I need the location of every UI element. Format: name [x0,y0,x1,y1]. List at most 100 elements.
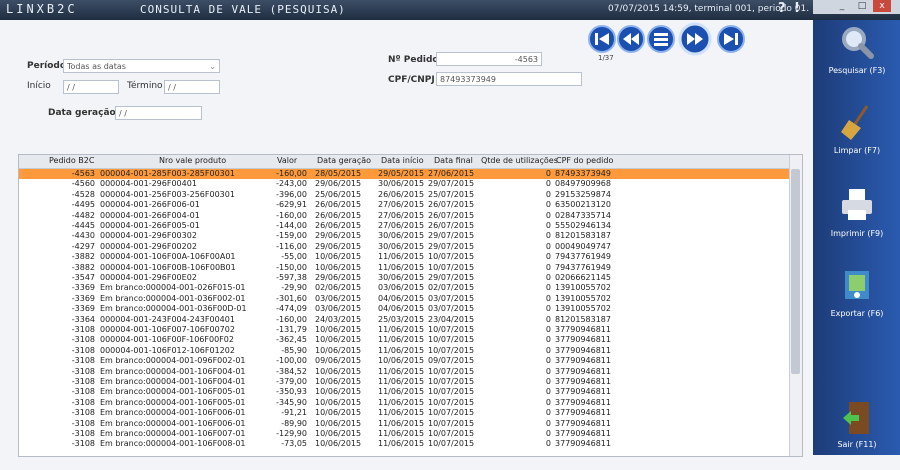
cell-data-geracao: 10/06/2015 [315,387,362,397]
cell-data-geracao: 03/06/2015 [315,293,362,303]
first-record-button[interactable] [587,24,617,54]
cell-valor: -85,90 [281,345,307,355]
table-row[interactable]: -3108 Em branco:000004-001-106F004-01 -379… [19,377,789,387]
table-row[interactable]: -3369 Em branco:000004-001-026F015-01 -29,… [19,283,789,293]
cell-pedido: -4528 [71,189,95,199]
table-row[interactable]: -3108 Em branco:000004-001-106F006-01 -89,… [19,419,789,429]
cell-data-inicio: 11/06/2015 [378,439,425,449]
minimize-button[interactable]: _ [833,0,851,12]
cell-qtde: 0 [545,397,551,407]
cell-valor: -159,00 [276,231,307,241]
col-pedido-b2c[interactable]: Pedido B2C [49,156,94,165]
data-geracao-field[interactable]: / / [115,106,202,120]
table-row[interactable]: -3108 000004-001-106F00F-106F00F02 -362,45… [19,335,789,345]
cell-qtde: 0 [545,231,551,241]
help-icon[interactable]: ? [778,1,786,16]
cell-qtde: 0 [545,252,551,262]
table-row[interactable]: -3108 Em branco:000004-001-106F004-01 -384… [19,367,789,377]
table-row[interactable]: -3108 Em branco:000004-001-106F008-01 -73,… [19,439,789,449]
sair-button[interactable]: Sair (F11) [817,400,897,470]
table-row[interactable]: -4563 000004-001-285F003-285F00301 -160,00… [19,169,789,179]
cell-qtde: 0 [545,387,551,397]
col-data-final[interactable]: Data final [434,156,473,165]
table-row[interactable]: -4430 000004-001-296F00302 -159,00 29/06/20… [19,231,789,241]
table-row[interactable]: -4445 000004-001-266F005-01 -144,00 26/06/2… [19,221,789,231]
vertical-scrollbar[interactable] [789,155,802,456]
cell-pedido: -4495 [71,200,95,210]
next-record-button[interactable] [678,22,712,56]
table-row[interactable]: -3364 000004-001-243F004-243F00401 -160,00… [19,315,789,325]
cell-qtde: 0 [545,335,551,345]
cell-data-inicio: 11/06/2015 [378,397,425,407]
close-button[interactable]: x [873,0,891,12]
cell-valor: -301,60 [276,293,307,303]
cell-data-inicio: 26/06/2015 [378,189,425,199]
inicio-date-field[interactable]: / / [63,80,119,94]
imprimir-button[interactable]: Imprimir (F9) [817,185,897,255]
maximize-button[interactable]: □ [853,0,871,12]
info-icon[interactable]: ! [794,1,800,16]
cell-cpf: 37790946811 [555,387,611,397]
cell-valor: -116,00 [276,241,307,251]
limpar-button[interactable]: Limpar (F7) [817,102,897,172]
cell-cpf: 13910055702 [555,293,611,303]
cell-pedido: -3882 [71,262,95,272]
cell-data-inicio: 27/06/2015 [378,210,425,220]
table-row[interactable]: -3108 000004-001-106F007-106F00702 -131,79… [19,325,789,335]
pedido-field[interactable]: -4563 [436,52,542,66]
termino-date-field[interactable]: / / [164,80,220,94]
cell-data-inicio: 11/06/2015 [378,325,425,334]
exportar-button[interactable]: Exportar (F6) [817,265,897,335]
pesquisar-button[interactable]: Pesquisar (F3) [817,22,897,92]
cell-valor: -144,00 [276,221,307,230]
cell-cpf: 02847335714 [555,210,611,220]
table-row[interactable]: -4495 000004-001-266F006-01 -629,91 26/06/2… [19,200,789,210]
col-cpf-pedido[interactable]: CPF do pedido [556,156,613,165]
cell-data-inicio: 11/06/2015 [378,418,425,428]
table-header: Pedido B2C Nro vale produto Valor Data g… [19,155,802,169]
cell-data-final: 26/07/2015 [428,200,475,210]
table-row[interactable]: -4528 000004-001-256F003-256F00301 -396,00… [19,190,789,200]
cell-data-geracao: 02/06/2015 [315,283,362,293]
cell-data-final: 10/07/2015 [428,429,475,438]
col-data-geracao[interactable]: Data geração [317,156,371,165]
table-row[interactable]: -3108 Em branco:000004-001-106F006-01 -91,… [19,408,789,418]
cell-data-geracao: 10/06/2015 [315,335,362,345]
cell-qtde: 0 [545,262,551,272]
table-row[interactable]: -3369 Em branco:000004-001-036F00D-01 -474… [19,304,789,314]
cell-valor: -131,79 [276,325,307,334]
table-row[interactable]: -3882 000004-001-106F00B-106F00B01 -150,00… [19,263,789,273]
cell-data-inicio: 30/06/2015 [378,273,425,282]
cell-data-final: 26/07/2015 [428,210,475,220]
table-row[interactable]: -3547 000004-001-296F00E02 -597,38 29/06/20… [19,273,789,283]
table-row[interactable]: -3108 Em branco:000004-001-096F002-01 -100… [19,356,789,366]
table-row[interactable]: -3369 Em branco:000004-001-036F002-01 -301… [19,294,789,304]
table-row[interactable]: -3108 000004-001-106F012-106F01202 -85,90 1… [19,346,789,356]
table-row[interactable]: -3882 000004-001-106F00A-106F00A01 -55,00 1… [19,252,789,262]
cell-cpf: 37790946811 [555,345,611,355]
col-qtde-utilizacoes[interactable]: Qtde de utilizações [481,156,558,165]
table-row[interactable]: -3108 Em branco:000004-001-106F007-01 -129… [19,429,789,439]
col-valor[interactable]: Valor [277,156,297,165]
cell-data-geracao: 10/06/2015 [315,418,362,428]
cell-data-geracao: 24/03/2015 [315,314,362,324]
cell-data-geracao: 10/06/2015 [315,325,362,334]
table-row[interactable]: -3108 Em branco:000004-001-106F005-01 -345… [19,398,789,408]
cpf-field[interactable]: 87493373949 [436,72,582,86]
table-row[interactable]: -4297 000004-001-296F00202 -116,00 29/06/20… [19,242,789,252]
table-row[interactable]: -4560 000004-001-296F00401 -243,00 29/06/20… [19,179,789,189]
table-row[interactable]: -3108 Em branco:000004-001-106F005-01 -350… [19,387,789,397]
periodo-select[interactable]: Todas as datas ⌄ [63,59,220,73]
table-row[interactable]: -4482 000004-001-266F004-01 -160,00 26/06/2… [19,211,789,221]
cell-nro-vale: 000004-001-106F00A-106F00A01 [100,252,236,262]
cell-qtde: 0 [545,345,551,355]
last-record-button[interactable] [716,24,746,54]
scrollbar-thumb[interactable] [791,169,800,374]
col-nro-vale[interactable]: Nro vale produto [159,156,226,165]
col-data-inicio[interactable]: Data início [381,156,424,165]
cell-nro-vale: 000004-001-106F007-106F00702 [100,325,235,334]
cell-pedido: -4563 [71,169,95,178]
previous-record-button[interactable] [616,24,646,54]
results-table[interactable]: Pedido B2C Nro vale produto Valor Data g… [18,154,803,457]
menu-button[interactable] [646,24,676,54]
